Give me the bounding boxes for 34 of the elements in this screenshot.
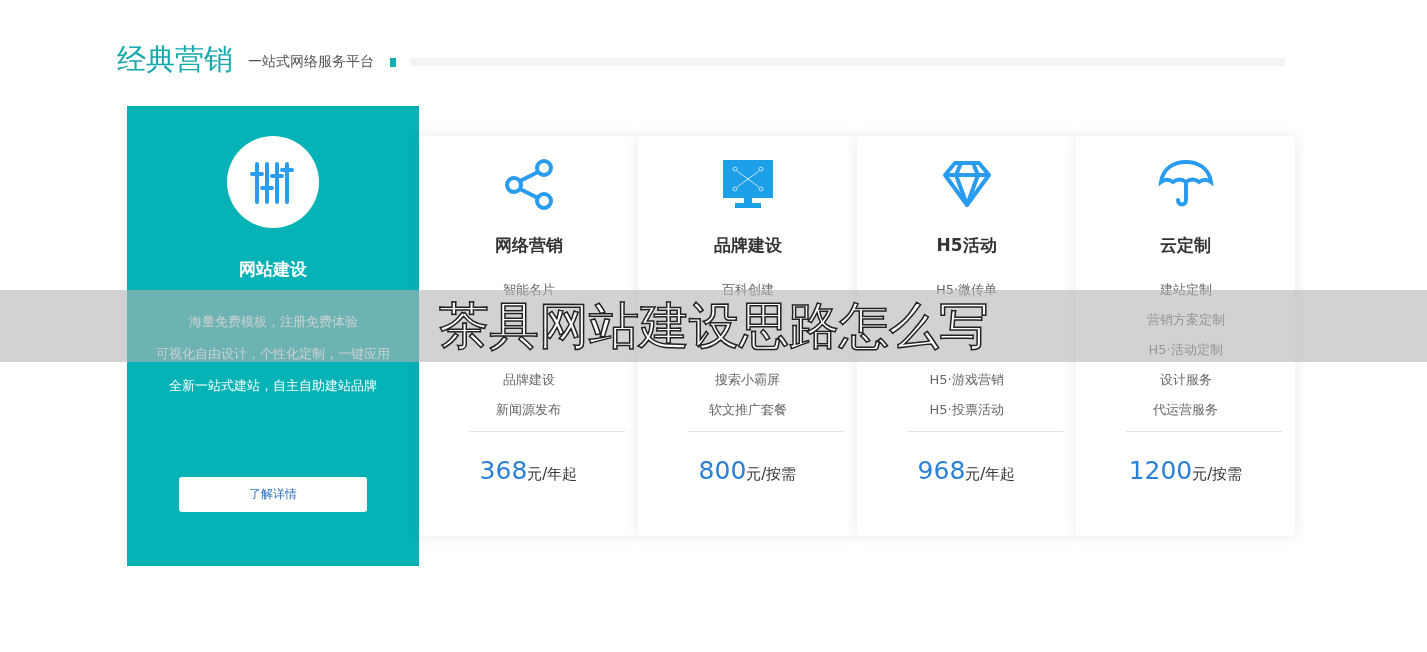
price-unit: 元/年起 xyxy=(965,465,1016,484)
service-item: 智能名片 xyxy=(502,281,555,299)
price-amount: 800 xyxy=(698,456,747,485)
section-title: 经典营销 xyxy=(117,41,233,78)
service-item: H5·微传单 xyxy=(935,281,998,299)
price-unit: 元/按需 xyxy=(1192,465,1243,484)
overlay-title: 茶具网站建设思路怎么写 xyxy=(438,296,989,357)
card-title: 网络营销 xyxy=(494,234,563,257)
service-item: H5·投票活动 xyxy=(929,401,1004,419)
service-item: 新闻源发布 xyxy=(496,401,561,419)
service-item: 代运营服务 xyxy=(1153,401,1218,419)
card-title: 网站建设 xyxy=(239,258,307,281)
section-subtitle: 一站式网络服务平台 xyxy=(248,53,374,71)
card-title: H5活动 xyxy=(936,234,997,257)
service-item: 软文推广套餐 xyxy=(708,401,787,419)
price-amount: 1200 xyxy=(1128,456,1193,485)
share-icon xyxy=(502,156,555,212)
price-unit: 元/年起 xyxy=(527,465,578,484)
details-button[interactable]: 了解详情 xyxy=(179,477,367,512)
feature-text: 全新一站式建站，自主自助建站品牌 xyxy=(169,377,377,395)
service-item: 建站定制 xyxy=(1159,281,1212,299)
service-item: H5·游戏营销 xyxy=(929,371,1004,389)
service-item: 设计服务 xyxy=(1159,371,1212,389)
feature-text: 可视化自由设计，个性化定制，一键应用 xyxy=(156,345,390,363)
feature-text: 海量免费模板，注册免费体验 xyxy=(188,313,358,331)
service-item: 百科创建 xyxy=(721,281,774,299)
card-title: 云定制 xyxy=(1160,234,1211,257)
accent-square xyxy=(390,57,396,67)
price-amount: 368 xyxy=(479,456,528,485)
service-item: 搜索小霸屏 xyxy=(715,371,780,389)
price-amount: 968 xyxy=(917,456,966,485)
service-item: 品牌建设 xyxy=(502,371,555,389)
price-unit: 元/按需 xyxy=(746,465,797,484)
card-title: 品牌建设 xyxy=(713,234,782,257)
